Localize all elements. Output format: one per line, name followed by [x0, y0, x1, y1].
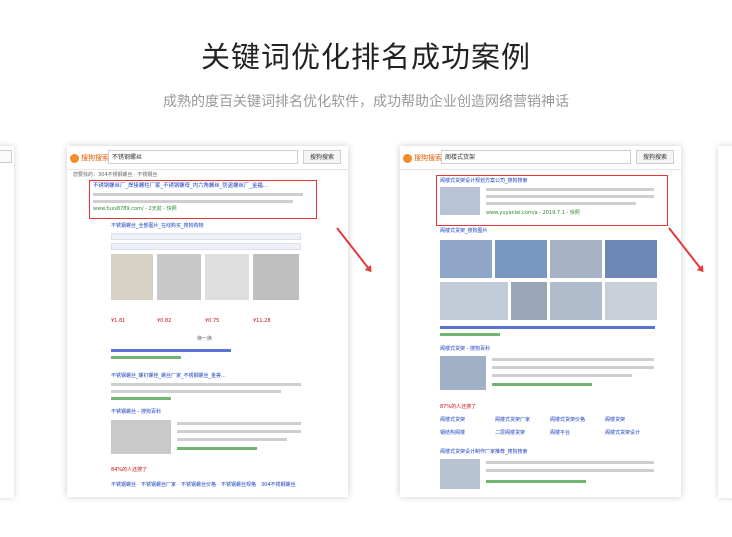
snippet-line	[111, 390, 281, 393]
related-item[interactable]: 阁楼货架	[605, 417, 625, 424]
search-logo-text: 搜狗搜索	[81, 154, 109, 162]
result-title[interactable]: 阁楼式货架 - 搜狗百科	[440, 346, 490, 353]
result-title[interactable]: 不锈钢螺丝 - 搜狗百科	[111, 409, 161, 416]
snippet-line	[177, 438, 287, 441]
related-item[interactable]: 阁楼式货架厂家	[495, 417, 530, 424]
related-item[interactable]: 304不锈钢螺丝	[261, 482, 296, 489]
case-card-shelf[interactable]: 搜狗搜索 阁楼式货架 搜狗搜索 阁楼式货架设计规划方案公司_搜狗搜索 www.y…	[400, 146, 681, 497]
snippet-line	[486, 469, 654, 472]
snippet-line	[492, 358, 654, 361]
search-hint: 您要找的：304不锈钢螺丝 · 不锈钢丝	[73, 172, 158, 178]
related-item[interactable]: 阁楼式货架	[440, 417, 465, 424]
related-item[interactable]: 不锈钢螺丝	[111, 482, 136, 489]
search-input[interactable]: 不锈钢螺丝	[108, 150, 298, 164]
snippet-line	[486, 202, 636, 205]
search-logo: 搜狗搜索	[70, 153, 109, 163]
next-case-card[interactable]	[718, 146, 732, 498]
image-thumb[interactable]	[550, 240, 602, 278]
product-thumb[interactable]	[253, 254, 299, 300]
baike-thumb	[440, 356, 486, 390]
product-thumb[interactable]	[205, 254, 249, 300]
snippet-line	[93, 193, 303, 196]
search-logo: 搜狗搜索	[403, 153, 442, 163]
divider	[400, 169, 681, 170]
result-url-line	[111, 356, 181, 359]
top-result-url: www.fuxs8789.com/ - 2天前 - 快照	[93, 206, 177, 212]
related-label: 84%的人还搜了	[111, 467, 148, 473]
result-url-line	[177, 447, 257, 450]
page-title: 关键词优化排名成功案例	[200, 40, 531, 74]
previous-card-search-bar	[0, 150, 12, 163]
image-thumb[interactable]	[550, 282, 602, 320]
page-subtitle: 成熟的度百关键词排名优化软件，成功帮助企业创造网络营销神话	[163, 94, 569, 110]
related-item[interactable]: 不锈钢螺丝价格	[181, 482, 216, 489]
top-result-url: www.yuyanlei.com/a - 2019.7.1 - 快照	[486, 210, 580, 216]
product-price: ¥0.82	[157, 318, 172, 324]
snippet-line	[486, 195, 654, 198]
search-input[interactable]: 阁楼式货架	[441, 150, 631, 164]
related-item[interactable]: 阁楼式货架设计	[605, 430, 640, 437]
result-url-line	[492, 383, 592, 386]
related-item[interactable]: 阁楼平台	[550, 430, 570, 437]
filter-row[interactable]	[111, 243, 301, 250]
image-thumb[interactable]	[605, 240, 657, 278]
search-button[interactable]: 搜狗搜索	[636, 150, 674, 164]
snippet-line	[177, 422, 301, 425]
snippet-line	[93, 200, 293, 203]
image-thumb[interactable]	[440, 282, 508, 320]
sogou-logo-icon	[70, 153, 79, 163]
related-label: 87%的人还搜了	[440, 404, 477, 410]
divider	[67, 169, 348, 170]
caption-line	[440, 326, 655, 329]
result-title[interactable]: 阁楼式货架设计制作厂家推荐_搜狗搜索	[440, 449, 528, 456]
related-item[interactable]: 钢结构阁楼	[440, 430, 465, 437]
top-result-title[interactable]: 不锈钢螺丝厂_焊接螺柱厂家_不锈钢螺母_内六角螺丝_防盗螺丝厂_金福…	[93, 183, 268, 190]
snippet-line	[111, 383, 301, 386]
snippet-line	[492, 366, 654, 369]
baike-thumb	[111, 420, 171, 454]
product-price: ¥0.75	[205, 318, 220, 324]
snippet-line	[492, 374, 632, 377]
result-url-line	[111, 397, 171, 400]
search-logo-text: 搜狗搜索	[414, 154, 442, 162]
result-link-line	[111, 349, 231, 352]
section-title[interactable]: 不锈钢螺丝_全部图片_在线购买_搜狗购物	[111, 223, 204, 230]
result-thumb	[440, 187, 480, 215]
image-thumb[interactable]	[605, 282, 657, 320]
top-result-title[interactable]: 阁楼式货架设计规划方案公司_搜狗搜索	[440, 178, 528, 185]
related-item[interactable]: 二层阁楼货架	[495, 430, 525, 437]
related-item[interactable]: 不锈钢螺丝规格	[221, 482, 256, 489]
result-url-line	[486, 480, 586, 483]
previous-case-card[interactable]	[0, 146, 14, 498]
image-thumb[interactable]	[511, 282, 547, 320]
related-item[interactable]: 阁楼式货架价格	[550, 417, 585, 424]
snippet-line	[486, 461, 654, 464]
result-title[interactable]: 不锈钢螺丝_螺钉螺栓_螺丝厂家_不锈钢螺丝_金荟…	[111, 373, 226, 380]
product-price: ¥11.28	[253, 318, 271, 324]
filter-row[interactable]	[111, 233, 301, 240]
image-thumb[interactable]	[440, 240, 492, 278]
search-bar: 搜狗搜索 阁楼式货架 搜狗搜索	[403, 150, 678, 166]
case-card-screw[interactable]: 搜狗搜索 不锈钢螺丝 搜狗搜索 您要找的：304不锈钢螺丝 · 不锈钢丝 不锈钢…	[67, 146, 348, 497]
pagination[interactable]: 换一换	[197, 336, 212, 343]
search-button[interactable]: 搜狗搜索	[303, 150, 341, 164]
search-bar: 搜狗搜索 不锈钢螺丝 搜狗搜索	[70, 150, 345, 166]
section-title[interactable]: 阁楼式货架_搜狗图片	[440, 228, 488, 235]
related-item[interactable]: 不锈钢螺丝厂家	[141, 482, 176, 489]
product-price: ¥1.81	[111, 318, 126, 324]
product-thumb[interactable]	[111, 254, 153, 300]
image-thumb[interactable]	[495, 240, 547, 278]
snippet-line	[486, 188, 654, 191]
sogou-logo-icon	[403, 153, 412, 163]
result-url-line	[440, 333, 500, 336]
snippet-line	[177, 430, 301, 433]
product-thumb[interactable]	[157, 254, 201, 300]
result-thumb	[440, 459, 480, 489]
